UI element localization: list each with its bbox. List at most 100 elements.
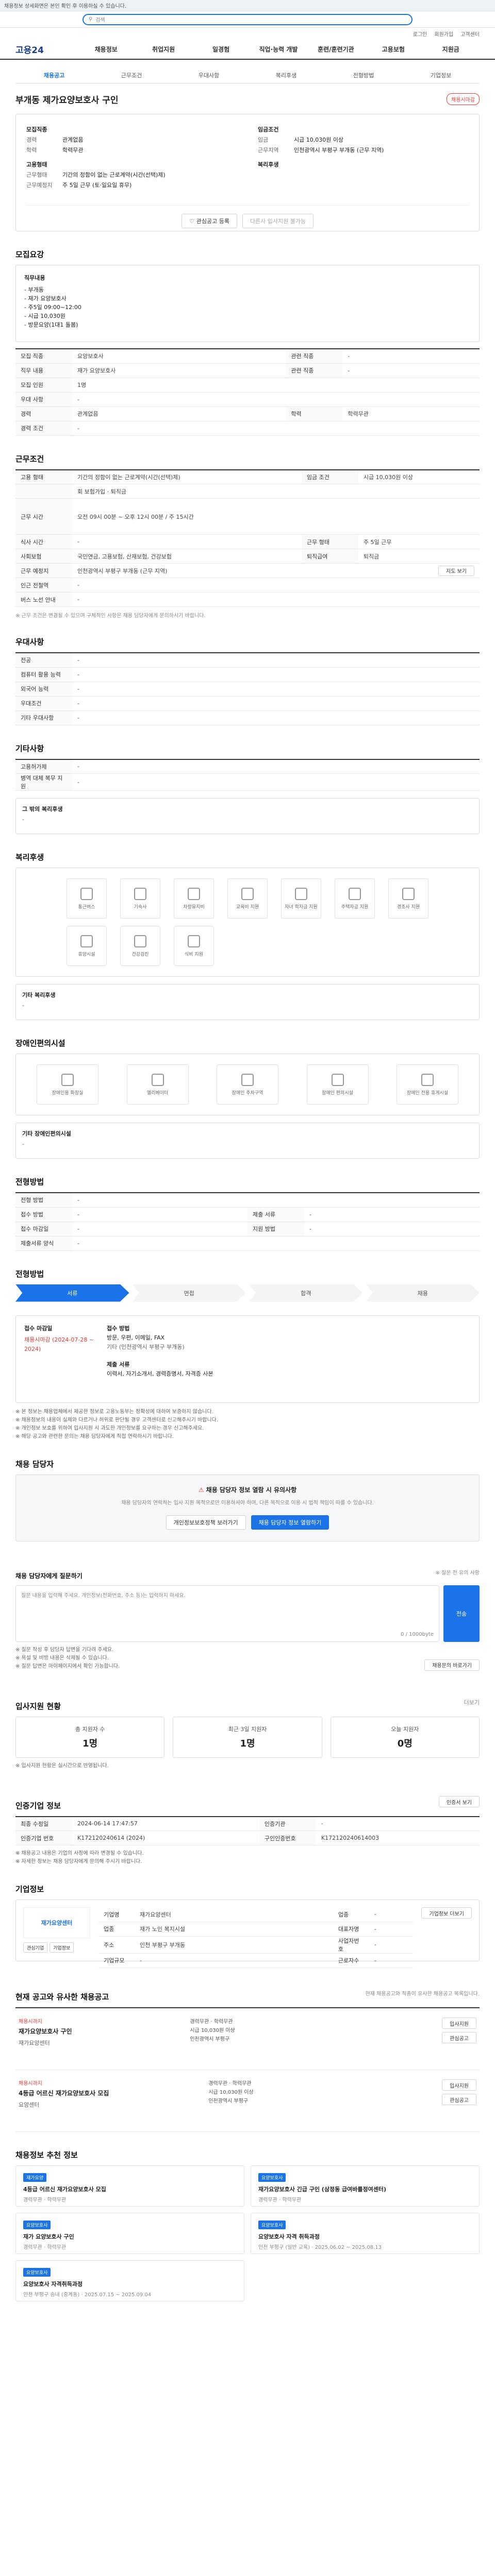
related-note: 현재 채용공고와 직종이 유사한 채용공고 목록입니다.: [365, 1991, 480, 1997]
disabled-section: 장애인편의시설 장애인용 화장실 엘리베이터 장애인 주차구역 장애인 편의시설…: [15, 1038, 480, 1159]
conditions-section: 근무조건 고용 형태 기간의 정함이 없는 근로계약(시간(선택)제) 임금 조건 시…: [15, 453, 480, 619]
summary-right: 임금조건 임금 시급 10,030원 이상 근무지역 인천광역시 부평구 부개동 (…: [258, 126, 384, 168]
recruit-title: 모집요강: [15, 250, 44, 259]
welfare-extra-box: 기타 복리후생 -: [15, 984, 480, 1020]
section-tabs: 채용공고 근무조건 우대사항 복리후생 전형방법 기업정보: [15, 67, 480, 83]
stats-more-link[interactable]: 더보기: [464, 1698, 480, 1706]
tab-4[interactable]: 전형방법: [325, 71, 402, 79]
inquiry-textarea[interactable]: 질문 내용을 입력해 주세요. 개인정보(전화번호, 주소 등)는 입력하지 마…: [15, 1585, 439, 1642]
prefer-table: 전공 - 컴퓨터 활용 능력 - 외국어 능력 - 우대조건 - 기타 우대사항 -: [15, 652, 480, 725]
welfare-item: 건강검진: [120, 926, 160, 966]
contact-title: 채용 담당자: [15, 1459, 54, 1469]
nav-item-4[interactable]: 훈련/훈련기관: [307, 45, 365, 54]
recommend-card[interactable]: 재가요양 4등급 어르신 재가요양보호사 모집 경력무관 · 학력무관: [15, 2165, 244, 2207]
welfare-item: 휴양시설: [67, 926, 107, 966]
process-step: 서류: [15, 1284, 129, 1302]
extra-title: 기타사항: [15, 743, 44, 753]
meta-title: 인증기업 정보: [15, 1801, 61, 1810]
recruit-section: 모집요강 직무내용 - 부개동 - 재가 요양보호사 - 주5일 09:00~1…: [15, 249, 480, 436]
book-icon: [241, 887, 254, 900]
apply-button[interactable]: 입사지원: [442, 2018, 476, 2029]
conditions-table: 고용 형태 기간의 정함이 없는 근로계약(시간(선택)제) 임금 조건 시급 10,…: [15, 469, 480, 607]
tab-3[interactable]: 복리후생: [248, 71, 325, 79]
process-step: 채용: [366, 1284, 480, 1302]
house-icon: [134, 887, 146, 900]
car-icon: [188, 887, 200, 900]
welfare-item: 기숙사: [120, 878, 160, 919]
nav-item-2[interactable]: 일경험: [192, 45, 250, 54]
map-button[interactable]: 지도 보기: [438, 565, 474, 576]
process-steps: 서류 면접 합격 채용: [15, 1284, 480, 1302]
nav-item-5[interactable]: 고용보험: [365, 45, 422, 54]
privacy-button[interactable]: 개인정보보호정책 보러가기: [166, 1515, 246, 1530]
scrap-button[interactable]: ♡ 관심공고 등록: [181, 214, 237, 228]
company-logo: 재가요양센터: [23, 1907, 90, 1938]
contact-box: ⚠ 채용 담당자 정보 열람 시 유의사항 채용 담당자의 연락처는 입사 지원 …: [15, 1474, 480, 1541]
stats-title: 입사지원 현황: [15, 1701, 61, 1711]
site-logo[interactable]: 고용24: [15, 43, 77, 56]
tab-5[interactable]: 기업정보: [402, 71, 480, 79]
related-item[interactable]: 채용시까지 재가요양보호사 구인 재가요양센터 경력무관 · 학력무관 시급 1…: [15, 2008, 480, 2070]
process-section: 전형방법 서류 면접 합격 채용 접수 마감일 채용시마감 (2024-07-2…: [15, 1268, 480, 1441]
disabled-title: 장애인편의시설: [15, 1039, 65, 1048]
recommend-card[interactable]: 요양보호사 요양보호사 자격 취득과정 인천 부평구 (일반 교육) · 202…: [251, 2213, 480, 2254]
welfare-item: 주택자금 지원: [335, 878, 375, 919]
relevant-section: 채용정보 추천 정보 재가요양 4등급 어르신 재가요양보호사 모집 경력무관 …: [15, 2149, 480, 2301]
welfare-title: 복리후생: [15, 853, 44, 862]
heart-icon: ♡: [189, 217, 194, 225]
stat-card: 최근 3일 지원자 1명: [173, 1716, 322, 1758]
tab-1[interactable]: 근무조건: [93, 71, 170, 79]
extra-table: 고용허가제 - 병역 대체 복무 지원 -: [15, 758, 480, 791]
job-title-row: 부개동 제가요양보호사 구인 채용시마감: [15, 93, 480, 106]
page-title: 부개동 제가요양보호사 구인: [15, 95, 119, 106]
related-item[interactable]: 채용시까지 4등급 어르신 재가요양보호사 모집 요양센터 경력무관 · 학력무…: [15, 2070, 480, 2132]
welfare-item: 통근버스: [67, 878, 107, 919]
method-table: 전형 방법 - 접수 방법 - 제출 서류 - 접수 마감일 - 지원 방법 - 제출서류 양…: [15, 1192, 480, 1251]
submit-button[interactable]: 전송: [443, 1585, 480, 1642]
login-link[interactable]: 로그인: [413, 30, 427, 38]
welfare-item: 자녀 학자금 지원: [281, 878, 321, 919]
signup-link[interactable]: 회원가입: [434, 30, 453, 38]
tree-icon: [80, 935, 93, 947]
company-detail-button[interactable]: 기업정보: [50, 1942, 74, 1953]
apply-button[interactable]: 입사지원: [442, 2079, 476, 2091]
byte-counter: 0 / 1000byte: [401, 1631, 434, 1637]
company-box: 재가요양센터 관심기업 기업정보 기업명 재가요양센터 업종 - 업종 재가 노인 복지…: [15, 1900, 480, 1968]
share-button[interactable]: 다른사 입사지원 불가능: [242, 214, 314, 228]
facility-item: 장애인 편의시설: [306, 1064, 369, 1105]
nav-item-6[interactable]: 지원금: [422, 45, 480, 54]
bus-icon: [80, 887, 93, 900]
nav-item-1[interactable]: 취업지원: [135, 45, 192, 54]
recommend-card[interactable]: 요양보호사 요양보호사 자격취득과정 인천 부평구 송내 (중계동) · 202…: [15, 2260, 244, 2301]
recruit-table: 모집 직종 요양보호사 관련 직종 - 직무 내용 재가 요양보호사 관련 직종 - 모집 …: [15, 348, 480, 436]
certificate-button[interactable]: 인증서 보기: [438, 1796, 480, 1807]
parking-icon: [241, 1073, 254, 1086]
toilet-icon: [61, 1073, 74, 1086]
status-badge: 채용시마감: [447, 93, 480, 105]
nav-item-3[interactable]: 직업·능력 개발: [250, 45, 307, 54]
help-link[interactable]: 고객센터: [460, 30, 480, 38]
process-step: 합격: [249, 1284, 363, 1302]
process-step: 면접: [132, 1284, 246, 1302]
scrap-job-button[interactable]: 관심공고: [442, 2032, 476, 2043]
fav-company-button[interactable]: 관심기업: [23, 1942, 48, 1953]
top-search-bar: ⚲ 검색: [0, 11, 495, 28]
tab-0[interactable]: 채용공고: [15, 71, 93, 79]
tab-2[interactable]: 우대사항: [170, 71, 248, 79]
inquiry-more-button[interactable]: 채용문의 바로가기: [424, 1659, 480, 1671]
nav-item-0[interactable]: 채용정보: [77, 45, 135, 54]
search-input[interactable]: ⚲ 검색: [82, 13, 412, 25]
related-title: 현재 공고와 유사한 채용공고: [15, 1992, 109, 2002]
recommend-card[interactable]: 요양보호사 재가 요양보호사 구인 경력무관 · 학력무관: [15, 2213, 244, 2254]
contact-section: 채용 담당자 ⚠ 채용 담당자 정보 열람 시 유의사항 채용 담당자의 연락처는…: [15, 1459, 480, 1541]
method-section: 전형방법 전형 방법 - 접수 방법 - 제출 서류 - 접수 마감일 - 지원 방법 - 제…: [15, 1176, 480, 1251]
related-section: 현재 공고와 유사한 채용공고 현재 채용공고와 직종이 유사한 채용공고 목록…: [15, 1979, 480, 2132]
scrap-job-button[interactable]: 관심공고: [442, 2094, 476, 2105]
process-title: 전형방법: [15, 1269, 44, 1279]
recommend-card[interactable]: 요양보호사 재가요양보호사 긴급 구인 (삼정동 급여바를정여센터) 경력무관 …: [251, 2165, 480, 2207]
welfare-item: 식비 지원: [174, 926, 214, 966]
welfare-item: 교육비 지원: [227, 878, 268, 919]
view-contact-button[interactable]: 채용 담당자 정보 열람하기: [251, 1515, 329, 1530]
health-icon: [134, 935, 146, 947]
company-more-button[interactable]: 기업정보 더보기: [421, 1907, 472, 1919]
